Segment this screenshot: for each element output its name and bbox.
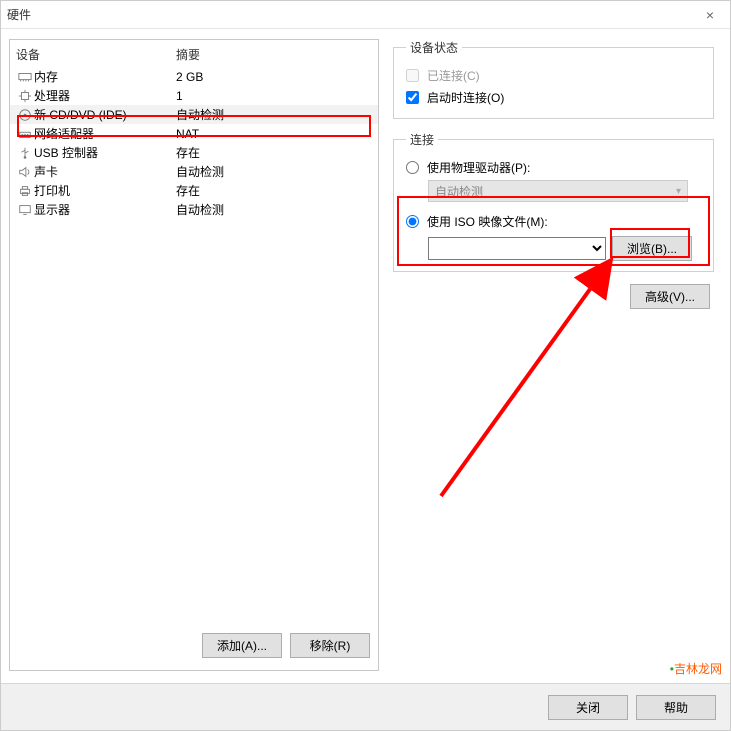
- device-summary: 2 GB: [176, 70, 372, 84]
- connect-on-power-row[interactable]: 启动时连接(O): [406, 86, 701, 108]
- connection-group: 连接 使用物理驱动器(P): 自动检测 使用 ISO 映像文件(M): 浏览(B…: [393, 131, 714, 272]
- connect-on-power-checkbox[interactable]: [406, 91, 419, 104]
- memory-icon: [16, 70, 34, 84]
- iso-path-combo[interactable]: [428, 237, 606, 260]
- use-iso-label: 使用 ISO 映像文件(M):: [427, 213, 548, 230]
- dialog-footer: 关闭 帮助: [1, 683, 730, 730]
- use-iso-radio-row[interactable]: 使用 ISO 映像文件(M):: [406, 210, 701, 232]
- device-summary: NAT: [176, 127, 372, 141]
- col-header-device: 设备: [16, 46, 176, 63]
- settings-panel: 设备状态 已连接(C) 启动时连接(O) 连接 使用物理驱动器(P): 自动检测: [379, 39, 722, 671]
- disc-icon: [16, 108, 34, 122]
- device-summary: 自动检测: [176, 163, 372, 180]
- device-status-group: 设备状态 已连接(C) 启动时连接(O): [393, 39, 714, 119]
- close-icon[interactable]: ×: [696, 7, 724, 23]
- device-summary: 1: [176, 89, 372, 103]
- device-row[interactable]: 显示器自动检测: [10, 200, 378, 219]
- physical-drive-combo: 自动检测: [428, 180, 688, 202]
- device-summary: 存在: [176, 182, 372, 199]
- close-button[interactable]: 关闭: [548, 695, 628, 720]
- printer-icon: [16, 184, 34, 198]
- connected-checkbox: [406, 69, 419, 82]
- connect-on-power-label: 启动时连接(O): [427, 89, 504, 106]
- device-row[interactable]: 网络适配器NAT: [10, 124, 378, 143]
- use-physical-radio-row[interactable]: 使用物理驱动器(P):: [406, 156, 701, 178]
- sound-icon: [16, 165, 34, 179]
- device-row[interactable]: 处理器1: [10, 86, 378, 105]
- device-summary: 自动检测: [176, 106, 372, 123]
- connection-legend: 连接: [406, 131, 438, 148]
- display-icon: [16, 203, 34, 217]
- col-header-summary: 摘要: [176, 46, 372, 63]
- add-button[interactable]: 添加(A)...: [202, 633, 282, 658]
- browse-button[interactable]: 浏览(B)...: [612, 236, 692, 261]
- help-button[interactable]: 帮助: [636, 695, 716, 720]
- device-row[interactable]: USB 控制器存在: [10, 143, 378, 162]
- title-bar: 硬件 ×: [1, 1, 730, 29]
- device-name: USB 控制器: [34, 144, 176, 161]
- device-name: 声卡: [34, 163, 176, 180]
- connected-checkbox-row[interactable]: 已连接(C): [406, 64, 701, 86]
- device-name: 新 CD/DVD (IDE): [34, 106, 176, 123]
- window-title: 硬件: [7, 6, 31, 23]
- column-headers: 设备 摘要: [10, 40, 378, 67]
- cpu-icon: [16, 89, 34, 103]
- connected-label: 已连接(C): [427, 67, 480, 84]
- advanced-button[interactable]: 高级(V)...: [630, 284, 710, 309]
- device-name: 网络适配器: [34, 125, 176, 142]
- device-name: 内存: [34, 68, 176, 85]
- network-icon: [16, 127, 34, 141]
- use-iso-radio[interactable]: [406, 215, 419, 228]
- usb-icon: [16, 146, 34, 160]
- device-summary: 存在: [176, 144, 372, 161]
- device-name: 显示器: [34, 201, 176, 218]
- device-status-legend: 设备状态: [406, 39, 462, 56]
- device-list-panel: 设备 摘要 内存2 GB处理器1新 CD/DVD (IDE)自动检测网络适配器N…: [9, 39, 379, 671]
- device-summary: 自动检测: [176, 201, 372, 218]
- use-physical-radio[interactable]: [406, 161, 419, 174]
- use-physical-label: 使用物理驱动器(P):: [427, 159, 530, 176]
- remove-button[interactable]: 移除(R): [290, 633, 370, 658]
- device-row[interactable]: 新 CD/DVD (IDE)自动检测: [10, 105, 378, 124]
- device-list[interactable]: 内存2 GB处理器1新 CD/DVD (IDE)自动检测网络适配器NATUSB …: [10, 67, 378, 623]
- device-row[interactable]: 声卡自动检测: [10, 162, 378, 181]
- device-name: 处理器: [34, 87, 176, 104]
- device-row[interactable]: 打印机存在: [10, 181, 378, 200]
- device-name: 打印机: [34, 182, 176, 199]
- device-row[interactable]: 内存2 GB: [10, 67, 378, 86]
